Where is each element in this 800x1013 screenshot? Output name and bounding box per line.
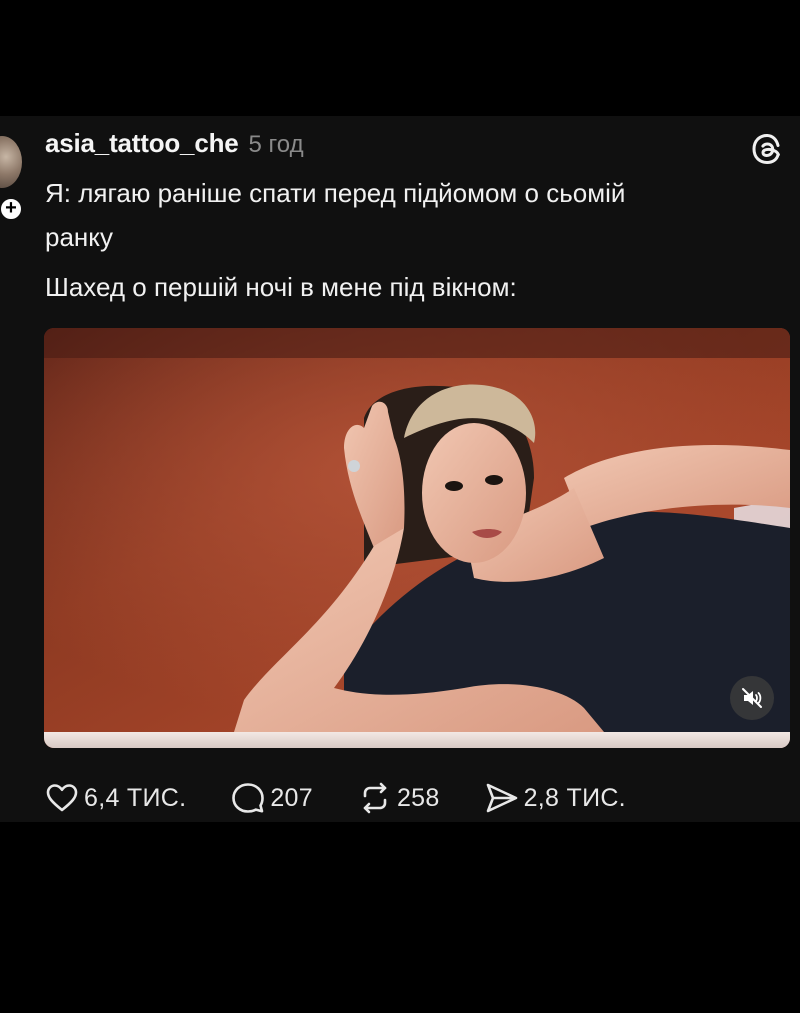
repost-button[interactable]: 258 — [357, 780, 440, 816]
threads-logo-icon[interactable] — [750, 132, 784, 166]
post-text-line-2: ранку — [45, 222, 113, 252]
speaker-muted-icon — [742, 688, 762, 708]
video-frame — [44, 328, 790, 748]
post-actions: 6,4 ТИС. 207 258 2,8 ТИС. — [44, 780, 670, 816]
comment-icon — [232, 783, 265, 813]
heart-icon — [46, 784, 78, 812]
reply-button[interactable]: 207 — [230, 780, 313, 816]
repost-icon — [363, 782, 387, 814]
share-count: 2,8 ТИС. — [523, 783, 626, 812]
post-text-line-3: Шахед о першій ночі в мене під вікном: — [45, 272, 517, 302]
post-video[interactable] — [44, 328, 790, 748]
avatar[interactable] — [0, 136, 22, 188]
like-count: 6,4 ТИС. — [84, 783, 187, 812]
follow-button[interactable]: + — [0, 196, 24, 222]
reply-count: 207 — [270, 783, 313, 812]
thread-post: + asia_tattoo_che 5 год Я: лягаю раніше … — [0, 116, 800, 822]
share-button[interactable]: 2,8 ТИС. — [484, 780, 626, 816]
username-link[interactable]: asia_tattoo_che — [45, 128, 239, 159]
post-timestamp: 5 год — [248, 131, 304, 158]
post-header: asia_tattoo_che 5 год — [45, 128, 304, 168]
mute-toggle-button[interactable] — [730, 676, 774, 720]
send-icon — [486, 783, 517, 813]
repost-count: 258 — [396, 783, 440, 812]
like-button[interactable]: 6,4 ТИС. — [44, 780, 186, 816]
post-text-line-1: Я: лягаю раніше спати перед підйомом о с… — [45, 178, 626, 208]
